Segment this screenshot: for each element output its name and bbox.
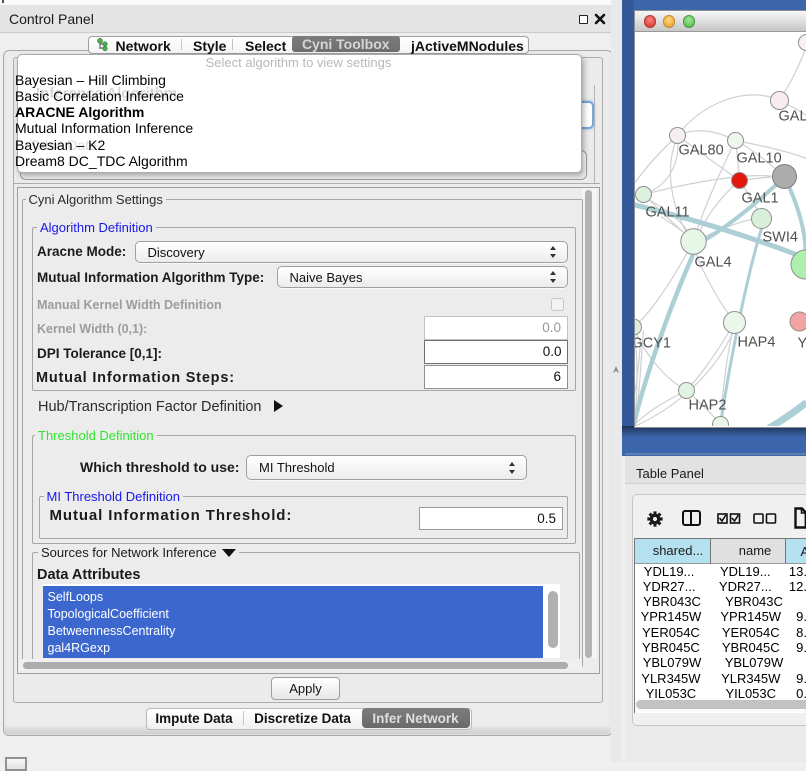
svg-text:GCY1: GCY1: [635, 335, 671, 351]
svg-text:GAL11: GAL11: [645, 204, 689, 220]
svg-text:SWI4: SWI4: [762, 229, 797, 245]
svg-text:GAL2: GAL2: [778, 108, 806, 124]
svg-text:GAL10: GAL10: [736, 150, 781, 166]
svg-text:HAP2: HAP2: [688, 397, 726, 413]
svg-text:GAL1: GAL1: [741, 190, 778, 206]
svg-text:HAP4: HAP4: [737, 334, 775, 350]
svg-text:GAL4: GAL4: [694, 254, 731, 270]
svg-text:GAL80: GAL80: [678, 142, 723, 158]
svg-text:Y: Y: [797, 335, 806, 351]
